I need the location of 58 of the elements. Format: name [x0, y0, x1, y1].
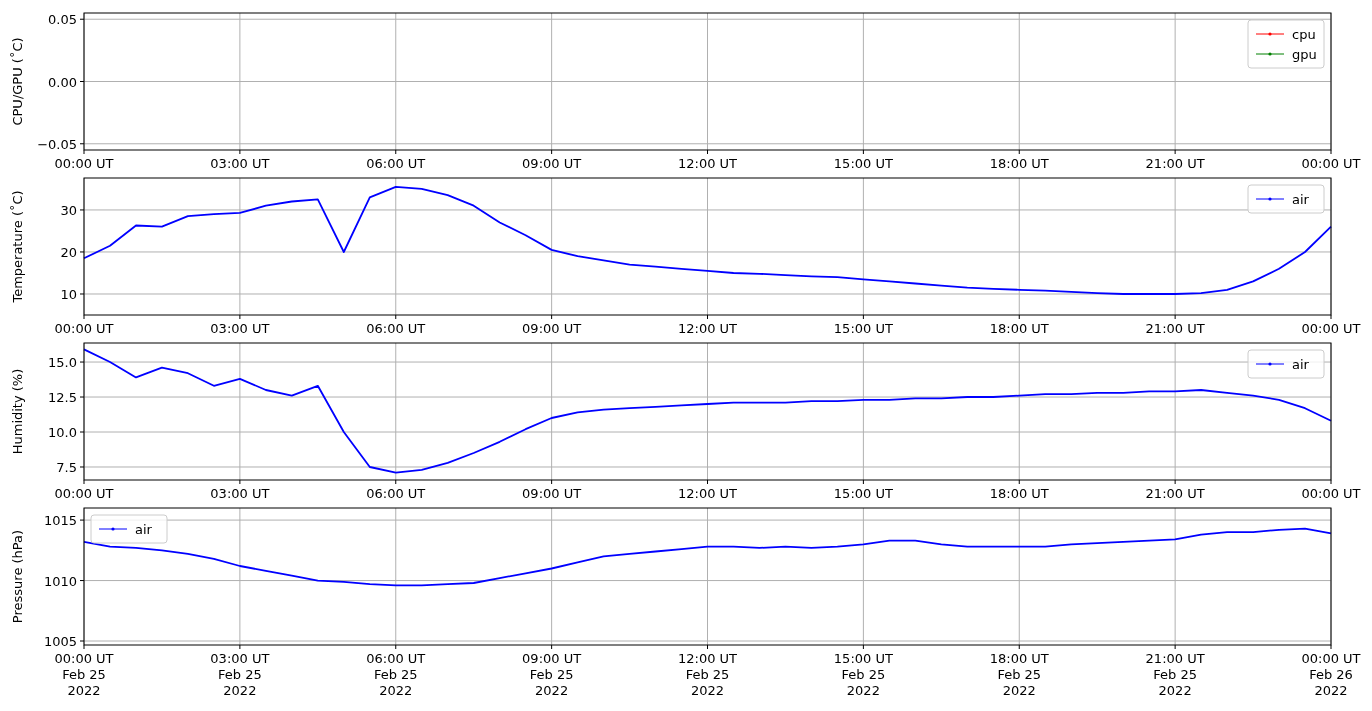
axis-tick-label: 15:00 UT Feb 25 2022: [833, 651, 893, 698]
axis-tick-label: 1005: [43, 634, 77, 649]
axis-title: Pressure (hPa): [10, 529, 25, 624]
axis-tick-label: 7.5: [56, 460, 77, 475]
axis-tick-label: 03:00 UT: [210, 156, 270, 171]
axis-tick-label: 09:00 UT: [522, 486, 582, 501]
axis-tick-label: 03:00 UT: [210, 321, 270, 336]
axis-tick-label: 00:00 UT: [1301, 486, 1361, 501]
axis-tick-label: 20: [60, 244, 77, 260]
axis-title: CPU/GPU (˚C): [10, 37, 25, 126]
legend-label: air: [1292, 357, 1309, 372]
axis-tick-label: 00:00 UT Feb 25 2022: [54, 651, 114, 698]
legend-label: air: [1292, 192, 1309, 207]
axis-title: Temperature (˚C): [10, 190, 25, 303]
axis-tick-label: 00:00 UT: [54, 321, 114, 336]
axis-tick-label: 00:00 UT: [54, 156, 114, 171]
axis-tick-label: 21:00 UT: [1145, 156, 1205, 171]
axis-tick-label: 00:00 UT: [1301, 156, 1361, 171]
axis-tick-label: 1015: [43, 513, 77, 529]
axis-tick-label: 18:00 UT: [989, 486, 1049, 501]
axis-tick-label: 1010: [43, 573, 77, 589]
axis-tick-label: 0.00: [48, 74, 77, 90]
axis-tick-label: 06:00 UT Feb 25 2022: [366, 651, 426, 698]
axis-tick-label: 00:00 UT: [1301, 321, 1361, 336]
axis-tick-label: 0.05: [48, 12, 77, 28]
axis-tick-label: 00:00 UT Feb 26 2022: [1301, 651, 1361, 698]
axis-tick-label: 21:00 UT Feb 25 2022: [1145, 651, 1205, 698]
axis-tick-label: 06:00 UT: [366, 156, 426, 171]
axis-tick-label: 21:00 UT: [1145, 321, 1205, 336]
axis-tick-label: 21:00 UT: [1145, 486, 1205, 501]
axis-tick-label: 18:00 UT: [989, 321, 1049, 336]
axis-tick-label: 03:00 UT Feb 25 2022: [210, 651, 270, 698]
axis-tick-label: 06:00 UT: [366, 486, 426, 501]
axis-tick-label: 09:00 UT Feb 25 2022: [522, 651, 582, 698]
axis-tick-label: 18:00 UT Feb 25 2022: [989, 651, 1049, 698]
axis-tick-label: 12:00 UT: [677, 486, 738, 501]
axis-tick-label: 12.5: [48, 390, 77, 405]
axis-tick-label: 00:00 UT: [54, 486, 114, 501]
axis-tick-label: 03:00 UT: [210, 486, 270, 501]
axis-tick-label: 06:00 UT: [366, 321, 426, 336]
axis-tick-label: 15:00 UT: [833, 321, 893, 336]
axis-tick-label: 10.0: [48, 425, 77, 440]
axis-tick-label: 12:00 UT: [677, 321, 738, 336]
axis-tick-label: 10: [60, 287, 77, 302]
axis-tick-label: 15.0: [48, 355, 77, 371]
legend-label: gpu: [1292, 47, 1317, 62]
axis-tick-label: 12:00 UT: [677, 156, 738, 171]
legend-label: cpu: [1292, 27, 1316, 42]
axis-tick-label: 30: [60, 202, 77, 218]
axis-tick-label: 12:00 UT Feb 25 2022: [677, 651, 738, 698]
axis-tick-label: 09:00 UT: [522, 156, 582, 171]
axis-tick-label: −0.05: [37, 136, 77, 152]
axis-tick-label: 15:00 UT: [833, 486, 893, 501]
axis-title: Humidity (%): [10, 368, 25, 455]
axis-tick-label: 15:00 UT: [833, 156, 893, 171]
axis-tick-label: 18:00 UT: [989, 156, 1049, 171]
axis-tick-label: 09:00 UT: [522, 321, 582, 336]
legend-label: air: [135, 522, 152, 537]
